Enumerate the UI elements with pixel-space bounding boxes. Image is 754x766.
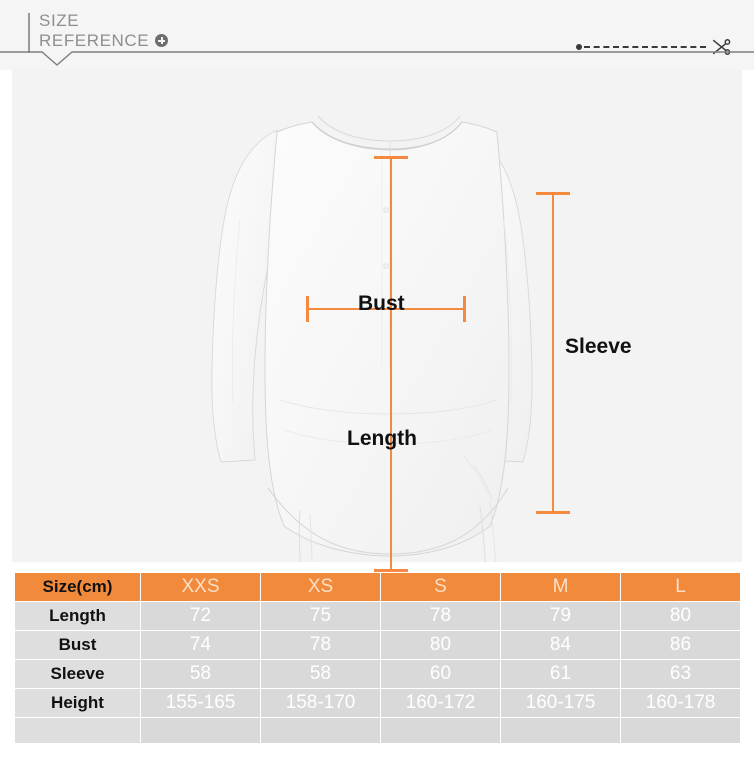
row-label-sleeve: Sleeve [14,659,141,689]
table-header-size-l: L [620,572,741,602]
cell-length-xs: 75 [260,601,381,631]
cell-sleeve-xs: 58 [260,659,381,689]
cell-length-s: 78 [380,601,501,631]
cell-empty-xxs [140,717,261,744]
cell-empty-l [620,717,741,744]
row-label-height: Height [14,688,141,718]
cell-bust-s: 80 [380,630,501,660]
cell-length-m: 79 [500,601,621,631]
table-header-size-label: Size(cm) [14,572,141,602]
cell-height-m: 160-175 [500,688,621,718]
cell-sleeve-m: 61 [500,659,621,689]
sleeve-cap-top [536,192,570,195]
cell-bust-xs: 78 [260,630,381,660]
length-cap-top [374,156,408,159]
cell-height-l: 160-178 [620,688,741,718]
table-row: Length 72 75 78 79 80 [14,601,741,631]
bust-cap-right [463,296,466,322]
table-row: Height 155-165 158-170 160-172 160-175 160-17… [14,688,741,718]
cell-bust-m: 84 [500,630,621,660]
bust-cap-left [306,296,309,322]
table-header-size-xxs: XXS [140,572,261,602]
cell-height-xxs: 155-165 [140,688,261,718]
size-table-container: Size(cm) XXS XS S M L Length 72 75 78 79 80 Bust 74 78… [14,572,741,744]
length-measure-label: Length [347,427,417,450]
cell-length-l: 80 [620,601,741,631]
cell-height-s: 160-172 [380,688,501,718]
page-title-line2: REFERENCE [39,31,150,50]
size-reference-header: SIZE REFERENCE [0,0,754,70]
table-header-size-xs: XS [260,572,381,602]
cell-bust-l: 86 [620,630,741,660]
length-measure-line [374,156,408,572]
header-title-block: SIZE REFERENCE [28,11,169,53]
table-header-size-s: S [380,572,501,602]
row-label-length: Length [14,601,141,631]
sleeve-measure-label: Sleeve [565,335,632,358]
long-sleeve-shirt-illustration [211,115,533,562]
cell-length-xxs: 72 [140,601,261,631]
plus-circle-icon[interactable] [155,34,169,47]
table-header-row: Size(cm) XXS XS S M L [14,572,741,602]
cell-sleeve-xxs: 58 [140,659,261,689]
size-chart-table: Size(cm) XXS XS S M L Length 72 75 78 79 80 Bust 74 78… [14,572,741,744]
table-row: Bust 74 78 80 84 86 [14,630,741,660]
title-accent-bar [28,13,30,53]
cell-bust-xxs: 74 [140,630,261,660]
table-header-size-m: M [500,572,621,602]
garment-illustration-panel: Length Bust Sleeve [12,70,742,572]
row-label-empty [14,717,141,744]
page-title-line1: SIZE [39,11,80,30]
cell-height-xs: 158-170 [260,688,381,718]
sleeve-cap-bottom [536,511,570,514]
sleeve-measure-line [536,192,570,514]
cell-empty-m [500,717,621,744]
cell-sleeve-l: 63 [620,659,741,689]
row-label-bust: Bust [14,630,141,660]
cell-sleeve-s: 60 [380,659,501,689]
table-row-empty [14,717,741,744]
table-row: Sleeve 58 58 60 61 63 [14,659,741,689]
header-divider [0,48,754,70]
bust-measure-label: Bust [358,292,405,315]
cell-empty-s [380,717,501,744]
cell-empty-xs [260,717,381,744]
